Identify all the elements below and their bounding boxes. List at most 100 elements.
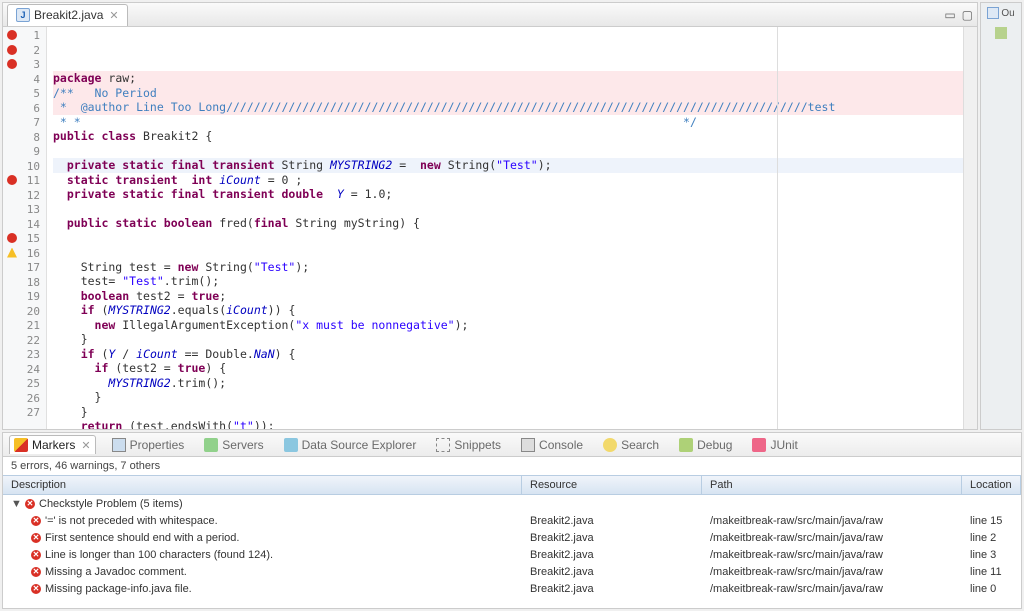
tab-snippets[interactable]: Snippets: [432, 436, 505, 454]
code-line[interactable]: }: [53, 332, 963, 347]
col-path[interactable]: Path: [702, 476, 962, 494]
line-number[interactable]: 19: [3, 290, 46, 305]
line-number[interactable]: 8: [3, 131, 46, 146]
markers-group-row[interactable]: ▼ ✕ Checkstyle Problem (5 items): [3, 495, 1021, 512]
line-number[interactable]: 13: [3, 203, 46, 218]
line-number[interactable]: 24: [3, 363, 46, 378]
code-line[interactable]: [53, 144, 963, 159]
table-row[interactable]: ✕Missing a Javadoc comment.Breakit2.java…: [3, 563, 1021, 580]
console-icon: [521, 438, 535, 452]
line-number[interactable]: 1: [3, 29, 46, 44]
outline-view-shortcut[interactable]: Ou: [987, 7, 1014, 19]
tab-junit[interactable]: JUnit: [748, 436, 801, 454]
code-area[interactable]: package raw;/** No Period * @author Line…: [47, 27, 963, 429]
outline-icon: [987, 7, 999, 19]
line-number[interactable]: 5: [3, 87, 46, 102]
col-location[interactable]: Location: [962, 476, 1021, 494]
close-icon[interactable]: ✕: [109, 9, 118, 22]
code-line[interactable]: * * */: [53, 115, 963, 130]
code-line[interactable]: if (test2 = true) {: [53, 361, 963, 376]
col-resource[interactable]: Resource: [522, 476, 702, 494]
line-number[interactable]: 16: [3, 247, 46, 262]
code-line[interactable]: }: [53, 390, 963, 405]
code-line[interactable]: public static boolean fred(final String …: [53, 216, 963, 231]
line-number[interactable]: 20: [3, 305, 46, 320]
markers-table-header: Description Resource Path Location: [3, 475, 1021, 495]
line-number-gutter[interactable]: 1234567891011121314151617181920212223242…: [3, 27, 47, 429]
line-number[interactable]: 12: [3, 189, 46, 204]
line-number[interactable]: 2: [3, 44, 46, 59]
debug-icon: [679, 438, 693, 452]
right-strip: Ou: [980, 2, 1022, 430]
tab-console[interactable]: Console: [517, 436, 587, 454]
code-line[interactable]: [53, 202, 963, 217]
properties-icon: [112, 438, 126, 452]
error-marker-icon[interactable]: [7, 233, 17, 243]
code-line[interactable]: boolean test2 = true;: [53, 289, 963, 304]
code-line[interactable]: test= "Test".trim();: [53, 274, 963, 289]
code-line[interactable]: public class Breakit2 {: [53, 129, 963, 144]
minimized-view-icon: [995, 27, 1007, 39]
code-line[interactable]: [53, 231, 963, 246]
line-number[interactable]: 3: [3, 58, 46, 73]
tab-debug[interactable]: Debug: [675, 436, 736, 454]
line-number[interactable]: 4: [3, 73, 46, 88]
tab-search[interactable]: Search: [599, 436, 663, 454]
code-line[interactable]: static transient int iCount = 0 ;: [53, 173, 963, 188]
tab-properties[interactable]: Properties: [108, 436, 189, 454]
maximize-icon[interactable]: ▢: [962, 8, 973, 22]
line-number[interactable]: 23: [3, 348, 46, 363]
line-number[interactable]: 15: [3, 232, 46, 247]
code-line[interactable]: MYSTRING2.trim();: [53, 376, 963, 391]
code-line[interactable]: /** No Period: [53, 86, 963, 101]
tab-servers[interactable]: Servers: [200, 436, 267, 454]
close-icon[interactable]: ✕: [81, 439, 90, 452]
line-number[interactable]: 22: [3, 334, 46, 349]
col-description[interactable]: Description: [3, 476, 522, 494]
code-line[interactable]: private static final transient String MY…: [53, 158, 963, 173]
code-line[interactable]: }: [53, 405, 963, 420]
error-marker-icon[interactable]: [7, 59, 17, 69]
line-number[interactable]: 17: [3, 261, 46, 276]
table-row[interactable]: ✕Missing package-info.java file.Breakit2…: [3, 580, 1021, 597]
line-number[interactable]: 18: [3, 276, 46, 291]
code-line[interactable]: if (Y / iCount == Double.NaN) {: [53, 347, 963, 362]
code-line[interactable]: package raw;: [53, 71, 963, 86]
marker-description: First sentence should end with a period.: [45, 532, 239, 544]
error-icon: ✕: [31, 516, 41, 526]
minimize-icon[interactable]: ▭: [944, 8, 955, 22]
editor-tab[interactable]: J Breakit2.java ✕: [7, 4, 128, 26]
marker-description: '=' is not preceded with whitespace.: [45, 515, 218, 527]
line-number[interactable]: 6: [3, 102, 46, 117]
code-line[interactable]: if (MYSTRING2.equals(iCount)) {: [53, 303, 963, 318]
line-number[interactable]: 25: [3, 377, 46, 392]
error-marker-icon[interactable]: [7, 175, 17, 185]
code-line[interactable]: private static final transient double Y …: [53, 187, 963, 202]
marker-location: line 11: [962, 566, 1021, 578]
code-line[interactable]: return (test.endsWith("t"));: [53, 419, 963, 429]
error-marker-icon[interactable]: [7, 30, 17, 40]
editor-scrollbar[interactable]: [963, 27, 977, 429]
tab-data-source-explorer[interactable]: Data Source Explorer: [280, 436, 421, 454]
line-number[interactable]: 10: [3, 160, 46, 175]
warning-marker-icon[interactable]: [7, 248, 17, 258]
tab-markers[interactable]: Markers ✕: [9, 435, 96, 454]
line-number[interactable]: 26: [3, 392, 46, 407]
table-row[interactable]: ✕'=' is not preceded with whitespace.Bre…: [3, 512, 1021, 529]
table-row[interactable]: ✕First sentence should end with a period…: [3, 529, 1021, 546]
line-number[interactable]: 9: [3, 145, 46, 160]
collapse-icon[interactable]: ▼: [11, 498, 21, 510]
code-line[interactable]: new IllegalArgumentException("x must be …: [53, 318, 963, 333]
line-number[interactable]: 14: [3, 218, 46, 233]
table-row[interactable]: ✕Line is longer than 100 characters (fou…: [3, 546, 1021, 563]
line-number[interactable]: 7: [3, 116, 46, 131]
error-icon: ✕: [31, 550, 41, 560]
code-line[interactable]: [53, 245, 963, 260]
line-number[interactable]: 27: [3, 406, 46, 421]
minimized-view-shortcut[interactable]: [995, 27, 1007, 39]
code-line[interactable]: * @author Line Too Long/////////////////…: [53, 100, 963, 115]
error-marker-icon[interactable]: [7, 45, 17, 55]
code-line[interactable]: String test = new String("Test");: [53, 260, 963, 275]
line-number[interactable]: 11: [3, 174, 46, 189]
line-number[interactable]: 21: [3, 319, 46, 334]
